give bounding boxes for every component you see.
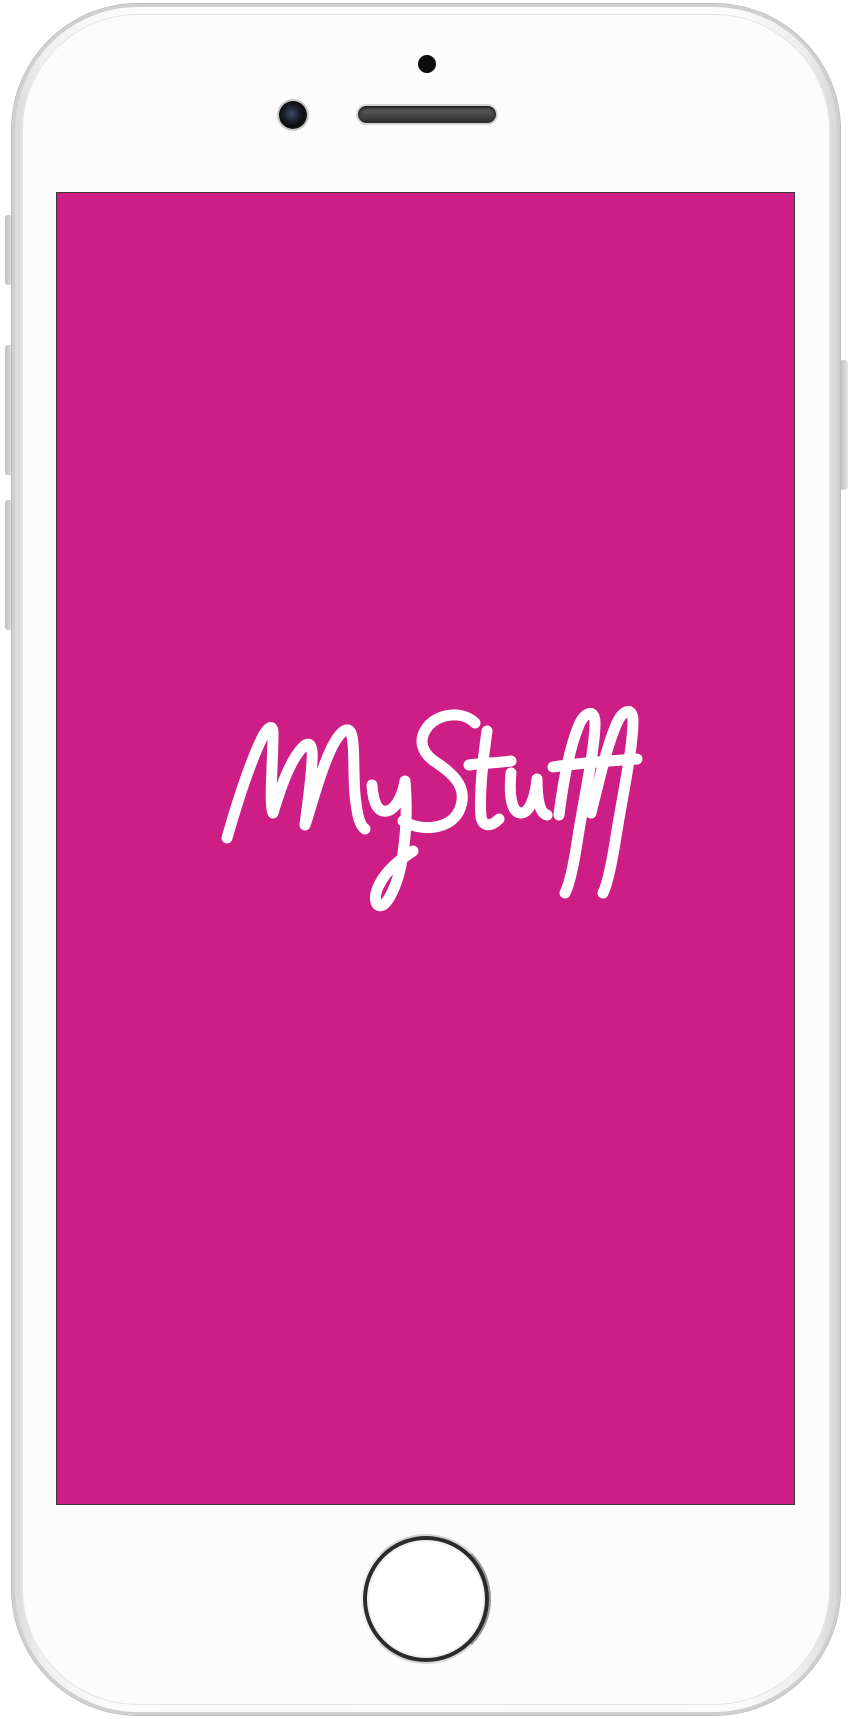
splash-screen [57, 193, 794, 1504]
front-camera-icon [279, 101, 307, 129]
mystuff-script-logo-icon [221, 706, 643, 912]
device-mockup [0, 0, 852, 1719]
home-button[interactable] [361, 1534, 491, 1664]
proximity-sensor-icon [418, 55, 436, 73]
mystuff-logo [207, 653, 667, 1083]
power-button [840, 360, 848, 490]
earpiece-speaker-icon [358, 106, 496, 123]
